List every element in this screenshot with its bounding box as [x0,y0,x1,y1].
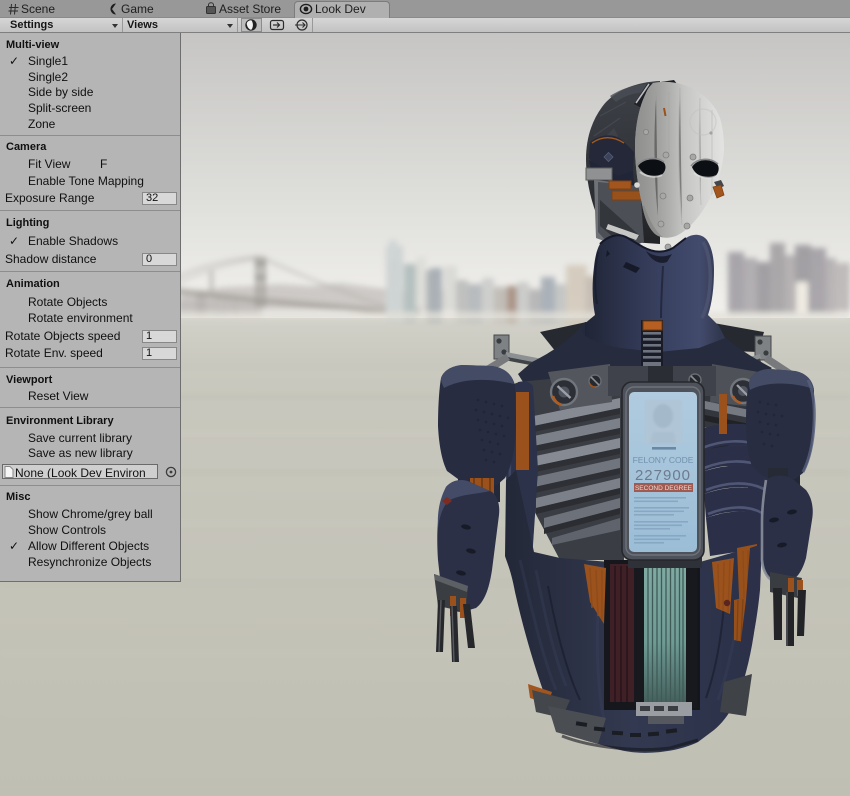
svg-text:227900: 227900 [635,467,691,484]
svg-text:SECOND DEGREE: SECOND DEGREE [635,485,693,492]
svg-text:FELONY CODE: FELONY CODE [633,455,694,465]
